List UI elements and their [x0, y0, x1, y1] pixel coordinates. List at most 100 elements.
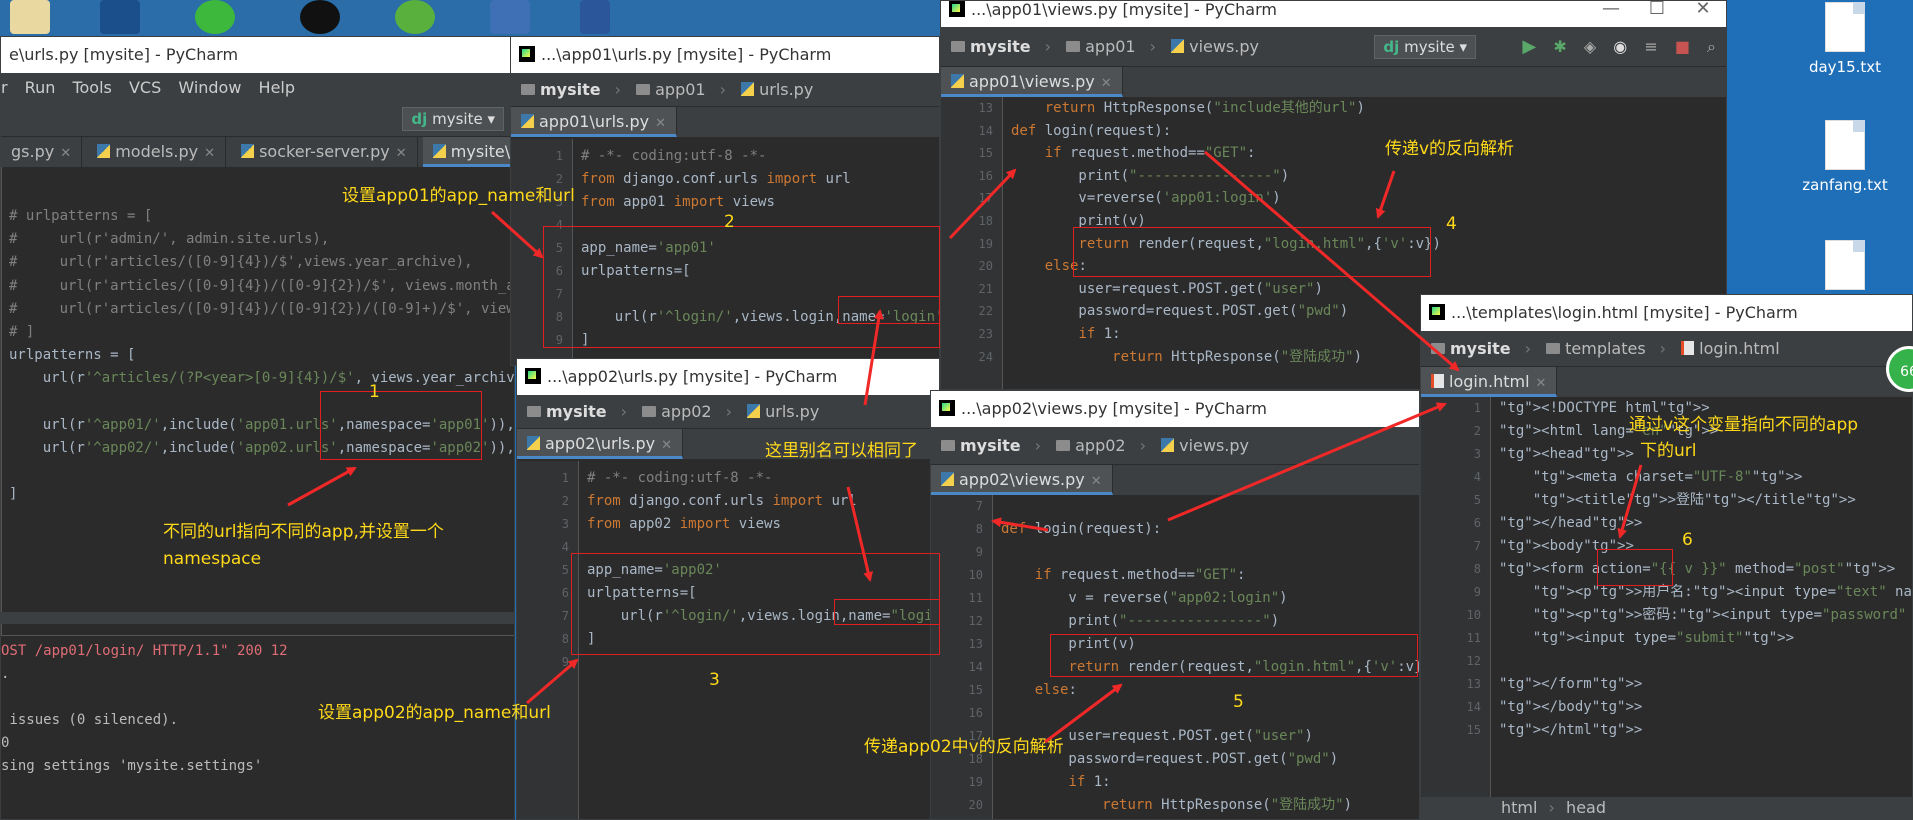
code-line[interactable]: 11 "tg"><input type="submit""tg">>	[1421, 627, 1912, 650]
coverage-icon[interactable]: ◈	[1584, 37, 1596, 56]
code-line[interactable]: 15 "tg"></html"tg">>	[1421, 719, 1912, 742]
window-titlebar[interactable]: ...\templates\login.html [mysite] - PyCh…	[1421, 295, 1912, 331]
code-line[interactable]: 12 print("----------------")	[931, 610, 1419, 633]
code-line[interactable]: # url(r'admin/', admin.site.urls),	[1, 228, 514, 251]
breadcrumb-project[interactable]: mysite	[527, 395, 607, 429]
tab-mysite-urls[interactable]: mysite\urls.py	[422, 137, 514, 167]
code-line[interactable]: 13 return HttpResponse("include其他的url")	[941, 97, 1726, 120]
window-titlebar[interactable]: ...\app02\urls.py [mysite] - PyCharm	[517, 359, 939, 395]
code-line[interactable]: # url(r'articles/([0-9]{4})/$',views.yea…	[1, 251, 514, 274]
code-line[interactable]: 4 "tg"><meta charset="UTF-8""tg">>	[1421, 466, 1912, 489]
qq-icon[interactable]	[300, 0, 340, 34]
breadcrumb-folder[interactable]: app02	[1056, 427, 1126, 465]
close-icon[interactable]: ✕	[1536, 376, 1547, 391]
media-icon[interactable]	[490, 0, 530, 34]
code-line[interactable]: 5 "tg"><title"tg">>登陆"tg"></title"tg">>	[1421, 489, 1912, 512]
close-icon[interactable]: ✕	[204, 146, 215, 161]
code-line[interactable]: 2 from django.conf.urls import url	[517, 490, 939, 513]
code-line[interactable]: 17 v=reverse('app01:login')	[941, 187, 1726, 210]
code-line[interactable]: 9	[931, 541, 1419, 564]
tab-login-html[interactable]: login.html ✕	[1421, 367, 1558, 397]
menu-refactor[interactable]: r	[1, 78, 8, 97]
player-icon[interactable]	[395, 0, 435, 34]
menu-vcs[interactable]: VCS	[129, 78, 161, 97]
wechat-icon[interactable]	[195, 0, 235, 34]
breadcrumb-file[interactable]: login.html	[1681, 331, 1780, 367]
code-line[interactable]: 1 # -*- coding:utf-8 -*-	[511, 145, 939, 168]
close-icon[interactable]: ✕	[1091, 474, 1102, 489]
maximize-icon[interactable]: ☐	[1634, 1, 1680, 18]
tab-app01-views[interactable]: app01\views.py ✕	[941, 67, 1123, 97]
tab-app02-views[interactable]: app02\views.py ✕	[931, 465, 1113, 495]
menu-window[interactable]: Window	[178, 78, 241, 97]
code-line[interactable]: 7	[931, 495, 1419, 518]
stop-icon[interactable]: ■	[1675, 37, 1690, 56]
close-icon[interactable]: ✕	[661, 438, 672, 453]
search-icon[interactable]: ⌕	[1707, 37, 1716, 56]
breadcrumb-folder[interactable]: app01	[636, 73, 706, 107]
menu-tools[interactable]: Tools	[72, 78, 111, 97]
close-icon[interactable]: ✕	[1101, 76, 1112, 91]
tab-models[interactable]: models.py ✕	[87, 137, 226, 167]
desktop-file-third[interactable]	[1790, 240, 1900, 296]
code-line[interactable]: 20 return HttpResponse("登陆成功")	[931, 794, 1419, 817]
word-icon[interactable]	[580, 0, 610, 34]
run-config-select[interactable]: dj mysite ▾	[402, 107, 504, 131]
run-config-select[interactable]: dj mysite ▾	[1374, 35, 1476, 59]
run-icon[interactable]: ▶	[1522, 36, 1536, 57]
menu-run[interactable]: Run	[25, 78, 56, 97]
code-line[interactable]: 8 def login(request):	[931, 518, 1419, 541]
window-titlebar[interactable]: e\urls.py [mysite] - PyCharm	[1, 37, 514, 73]
breadcrumb-file[interactable]: views.py	[1171, 27, 1259, 67]
close-icon[interactable]: ✕	[60, 146, 71, 161]
tasks-icon[interactable]: ≡	[1644, 37, 1657, 56]
window-titlebar[interactable]: ...\app01\urls.py [mysite] - PyCharm	[511, 37, 939, 73]
code-line[interactable]: 16 print("----------------")	[941, 165, 1726, 188]
structure-crumb-html[interactable]: html	[1501, 798, 1537, 817]
code-line[interactable]: 3 from app01 import views	[511, 191, 939, 214]
desktop-file-day15[interactable]: day15.txt	[1790, 2, 1900, 76]
code-line[interactable]: ]	[1, 483, 514, 506]
desktop-file-zanfang[interactable]: zanfang.txt	[1790, 120, 1900, 194]
code-line[interactable]: # url(r'articles/([0-9]{4})/([0-9]{2})/(…	[1, 298, 514, 321]
breadcrumb-project[interactable]: mysite	[951, 27, 1031, 67]
code-line[interactable]: 14 def login(request):	[941, 120, 1726, 143]
debug-icon[interactable]: ✱	[1553, 37, 1566, 56]
breadcrumb-folder[interactable]: app02	[642, 395, 712, 429]
breadcrumb-project[interactable]: mysite	[1431, 331, 1511, 367]
code-line[interactable]: 15 if request.method=="GET":	[941, 142, 1726, 165]
code-line[interactable]: 15 else:	[931, 679, 1419, 702]
horizontal-scrollbar[interactable]	[1, 612, 514, 624]
breadcrumb-file[interactable]: views.py	[1161, 427, 1249, 465]
code-line[interactable]: 11 v = reverse("app02:login")	[931, 587, 1419, 610]
folder-shortcut-icon[interactable]	[10, 0, 50, 34]
menu-help[interactable]: Help	[259, 78, 295, 97]
code-line[interactable]: 14 "tg"></body"tg">>	[1421, 696, 1912, 719]
breadcrumb-file[interactable]: urls.py	[747, 395, 819, 429]
tab-settings[interactable]: gs.py ✕	[1, 137, 83, 167]
breadcrumb-folder[interactable]: app01	[1066, 27, 1136, 67]
code-line[interactable]: # ]	[1, 321, 514, 344]
window-titlebar[interactable]: ...\app02\views.py [mysite] - PyCharm	[931, 391, 1419, 427]
code-line[interactable]: 10 "tg"><p"tg">>密码:"tg"><input type="pas…	[1421, 604, 1912, 627]
breadcrumb-project[interactable]: mysite	[521, 73, 601, 107]
code-line[interactable]: urlpatterns = [	[1, 344, 514, 367]
code-line[interactable]	[1, 460, 514, 483]
code-line[interactable]: 19 if 1:	[931, 771, 1419, 794]
minimize-icon[interactable]: —	[1588, 1, 1634, 18]
code-line[interactable]: 1 # -*- coding:utf-8 -*-	[517, 467, 939, 490]
structure-crumb-head[interactable]: head	[1566, 798, 1606, 817]
code-line[interactable]: 12	[1421, 650, 1912, 673]
code-line[interactable]: 2 from django.conf.urls import url	[511, 168, 939, 191]
code-line[interactable]: # url(r'articles/([0-9]{4})/([0-9]{2})/$…	[1, 275, 514, 298]
code-line[interactable]: 13 "tg"></form"tg">>	[1421, 673, 1912, 696]
breadcrumb-project[interactable]: mysite	[941, 427, 1021, 465]
code-line[interactable]: 6 "tg"></head"tg">>	[1421, 512, 1912, 535]
code-line[interactable]: 16	[931, 702, 1419, 725]
app-shortcut-icon[interactable]	[100, 0, 140, 34]
tab-app02-urls[interactable]: app02\urls.py ✕	[517, 429, 683, 459]
close-icon[interactable]: ✕	[396, 146, 407, 161]
window-titlebar[interactable]: ...\app01\views.py [mysite] - PyCharm — ☐…	[941, 1, 1726, 27]
breadcrumb-file[interactable]: urls.py	[741, 73, 813, 107]
profile-icon[interactable]: ◉	[1613, 37, 1627, 56]
